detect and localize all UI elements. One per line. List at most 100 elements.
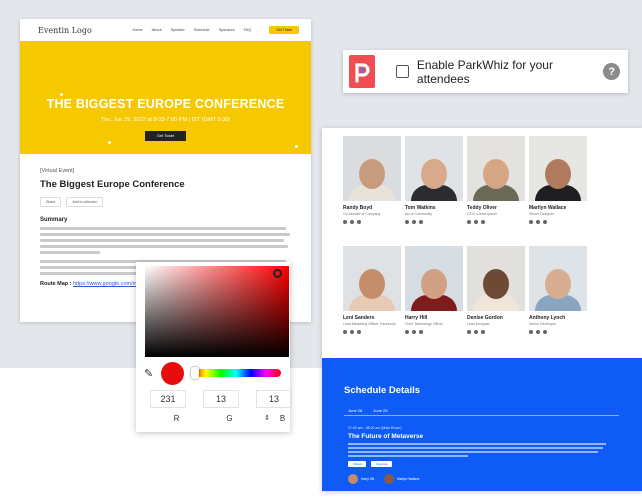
speaker-card[interactable]: Teddy Oliver CEO, Lorem Ipsum — [467, 136, 525, 231]
schedule-tab[interactable]: June 28 — [348, 408, 362, 413]
hero-date: Thu, Jun 29, 2022 at 8:03-7:00 PM | IST … — [100, 117, 231, 123]
social-icon[interactable] — [474, 220, 478, 224]
social-icon[interactable] — [536, 330, 540, 334]
speaker-face — [545, 159, 571, 189]
menu-item[interactable]: Sponsors — [219, 28, 235, 32]
social-icon[interactable] — [467, 330, 471, 334]
social-icon[interactable] — [481, 330, 485, 334]
speaker-card[interactable]: Tom Watkins Art of Community — [405, 136, 463, 231]
speaker-card[interactable]: Anthony Lynch Senior Developer — [529, 246, 587, 341]
session-tag[interactable]: Virtual — [348, 461, 367, 467]
decor-dot — [60, 93, 63, 96]
social-icon[interactable] — [357, 220, 361, 224]
social-icon[interactable] — [543, 220, 547, 224]
social-icon[interactable] — [357, 330, 361, 334]
speaker-role: Senior Developer — [529, 322, 557, 326]
social-icon[interactable] — [405, 330, 409, 334]
summary-heading: Summary — [40, 217, 68, 223]
text-line — [40, 239, 284, 242]
speaker-face — [545, 269, 571, 299]
social-icon[interactable] — [529, 220, 533, 224]
text-line — [40, 245, 288, 248]
menu-item[interactable]: Speaker — [171, 28, 185, 32]
schedule-tabs: June 28 June 29 — [348, 408, 387, 413]
text-line — [348, 443, 606, 445]
speaker-photo — [529, 136, 587, 201]
nav-ticket-button[interactable]: Get Ticket — [269, 26, 299, 34]
speaker-social — [405, 220, 463, 224]
speaker-photo — [343, 136, 401, 201]
green-input[interactable]: 13 — [203, 390, 239, 408]
format-switch-icon[interactable]: ⇕ — [264, 414, 270, 422]
speaker-name: Randy Boyd — [343, 205, 373, 211]
speaker-face — [421, 159, 447, 189]
social-icon[interactable] — [419, 220, 423, 224]
speaker-role: Lead Designer — [467, 322, 490, 326]
speaker-card[interactable]: Randy Boyd Co-founder of Company — [343, 136, 401, 231]
red-input[interactable]: 231 — [150, 390, 186, 408]
parkwhiz-bar: Enable ParkWhiz for your attendees ? — [343, 50, 628, 93]
eyedropper-icon[interactable]: ✎ — [144, 367, 153, 380]
blue-input[interactable]: 13 — [256, 390, 292, 408]
session-speaker[interactable]: Harry Hill — [348, 474, 374, 484]
social-icon[interactable] — [543, 330, 547, 334]
speaker-card[interactable]: Denise Gordon Lead Designer — [467, 246, 525, 341]
help-icon[interactable]: ? — [603, 63, 620, 80]
menu-item[interactable]: Schedule — [194, 28, 210, 32]
social-icon[interactable] — [412, 220, 416, 224]
social-icon[interactable] — [343, 220, 347, 224]
share-button[interactable]: Share — [40, 197, 62, 207]
avatar — [384, 474, 395, 484]
menu-item[interactable]: FAQ — [244, 28, 252, 32]
speaker-name: Teddy Oliver — [467, 205, 497, 211]
parkwhiz-label[interactable]: Enable ParkWhiz for your attendees — [417, 58, 604, 86]
speaker-card[interactable]: Leni Sanders Lead Marketing Officer, Face… — [343, 246, 401, 341]
social-icon[interactable] — [419, 330, 423, 334]
divider — [344, 415, 619, 416]
hero-title: THE BIGGEST EUROPE CONFERENCE — [46, 97, 285, 111]
hero-ticket-button[interactable]: Get Ticket — [144, 131, 187, 141]
green-label: G — [226, 414, 233, 423]
add-calendar-button[interactable]: Add to calendar — [66, 197, 103, 207]
hue-slider[interactable] — [191, 369, 281, 377]
speaker-card[interactable]: Marilyn Wallace Senior Designer — [529, 136, 587, 231]
text-line — [40, 227, 286, 230]
event-logo[interactable]: Eventin Logo — [38, 26, 92, 35]
parkwhiz-checkbox[interactable] — [396, 65, 409, 78]
speaker-card[interactable]: Harry Hill Chief Technology Officer — [405, 246, 463, 341]
speaker-role: Lead Marketing Officer, Facebook — [343, 322, 396, 326]
schedule-tab[interactable]: June 29 — [373, 408, 387, 413]
color-swatch — [161, 362, 184, 385]
speaker-social — [529, 220, 587, 224]
event-type: [Virtual Event] — [40, 168, 75, 174]
social-icon[interactable] — [474, 330, 478, 334]
menu-item[interactable]: About — [152, 28, 162, 32]
saturation-area[interactable] — [145, 266, 289, 357]
speaker-photo — [529, 246, 587, 311]
speaker-face — [483, 269, 509, 299]
avatar — [348, 474, 358, 484]
social-icon[interactable] — [481, 220, 485, 224]
menu-item[interactable]: Home — [133, 28, 143, 32]
session-tag[interactable]: Keynote — [371, 461, 393, 467]
speaker-name: Marilyn Wallace — [397, 476, 420, 481]
social-icon[interactable] — [536, 220, 540, 224]
social-icon[interactable] — [467, 220, 471, 224]
social-icon[interactable] — [343, 330, 347, 334]
social-icon[interactable] — [350, 220, 354, 224]
session-tags: Virtual Keynote — [348, 461, 393, 467]
social-icon[interactable] — [350, 330, 354, 334]
speaker-social — [343, 330, 401, 334]
text-line — [40, 233, 290, 236]
hue-handle[interactable] — [191, 367, 199, 379]
session-speaker[interactable]: Marilyn Wallace — [384, 474, 420, 484]
red-label: R — [173, 414, 180, 423]
social-icon[interactable] — [529, 330, 533, 334]
parkwhiz-logo — [349, 55, 376, 88]
saturation-handle[interactable] — [273, 269, 282, 278]
speaker-name: Leni Sanders — [343, 315, 375, 321]
social-icon[interactable] — [405, 220, 409, 224]
color-picker: ✎ 231 13 13 R G B ⇕ — [136, 262, 292, 432]
rgb-inputs: 231 13 13 — [150, 390, 292, 408]
social-icon[interactable] — [412, 330, 416, 334]
